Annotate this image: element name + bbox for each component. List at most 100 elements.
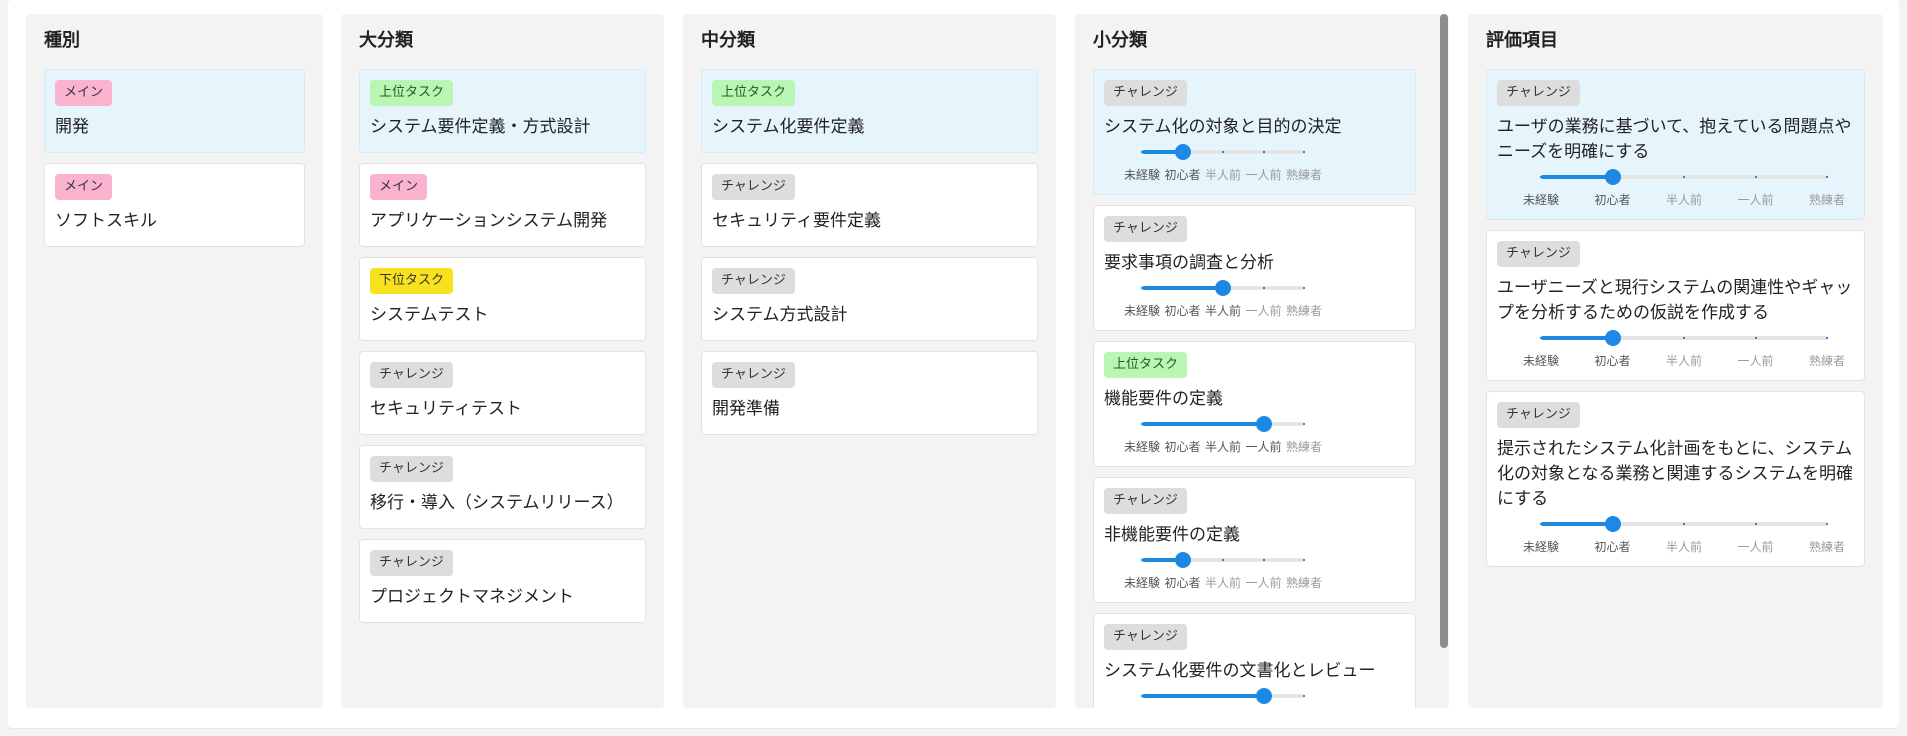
- card-tag: チャレンジ: [712, 362, 795, 388]
- card-tag: チャレンジ: [370, 456, 453, 482]
- card-label: システムテスト: [370, 305, 489, 325]
- card-item[interactable]: メイン ソフトスキル: [44, 163, 305, 247]
- level-label: 一人前: [1245, 168, 1282, 182]
- skill-level-slider[interactable]: [1104, 548, 1405, 574]
- card-tag: チャレンジ: [370, 550, 453, 576]
- column-title: 評価項目: [1486, 30, 1558, 51]
- level-label: 熟練者: [1808, 193, 1846, 207]
- slider-thumb[interactable]: [1255, 688, 1272, 704]
- skill-level-slider[interactable]: [1104, 684, 1405, 708]
- level-label: 初心者: [1594, 540, 1631, 554]
- slider-step-dot: [1262, 151, 1265, 153]
- card-tag: 上位タスク: [370, 80, 454, 106]
- card-item[interactable]: 下位タスクシステムテスト: [359, 257, 646, 341]
- level-label: 熟練者: [1808, 540, 1846, 554]
- level-label: 一人前: [1245, 304, 1282, 318]
- slider-step-dot: [1141, 559, 1143, 561]
- card-list: チャレンジ システム化の対象と目的の決定 未経験 初心者 半人前 一人前 熟練者 チャレンジ要…: [1093, 69, 1416, 708]
- card-item[interactable]: メイン アプリケーションシステム開発: [359, 163, 646, 247]
- level-label: 半人前: [1204, 440, 1242, 454]
- slider-thumb[interactable]: [1255, 416, 1272, 432]
- card-item[interactable]: チャレンジプロジェクトマネジメント: [359, 539, 646, 623]
- slider-thumb[interactable]: [1604, 169, 1621, 185]
- level-label: 未経験: [1123, 168, 1161, 182]
- level-label: 半人前: [1665, 354, 1703, 368]
- slider-step-dot: [1141, 287, 1143, 289]
- card-item[interactable]: チャレンジ セキュリティテスト: [359, 351, 646, 435]
- column-scrollbar[interactable]: [1440, 14, 1448, 648]
- card-tag: チャレンジ: [712, 174, 795, 200]
- card-label: 移行・導入（システムリリース）: [370, 493, 624, 513]
- column-major-category: 大分類 上位タスク システム要件定義・方式設計 メイン アプリケーションシステム開発下…: [341, 14, 664, 708]
- card-item[interactable]: チャレンジ 提示されたシステム化計画をもとに、システム化の対象となる業務と関連する…: [1486, 391, 1865, 567]
- level-label: 初心者: [1164, 576, 1201, 590]
- slider-step-dot: [1222, 559, 1224, 561]
- slider-thumb[interactable]: [1215, 280, 1231, 296]
- slider-level-labels: 未経験 初心者 半人前 一人前 熟練者: [1497, 191, 1854, 219]
- slider-level-labels: 未経験 初心者 半人前 一人前 熟練者: [1104, 438, 1405, 466]
- card-tag: チャレンジ: [1104, 216, 1187, 242]
- slider-fill: [1541, 175, 1613, 179]
- slider-level-labels: 未経験 初心者 半人前 一人前 熟練者: [1104, 574, 1405, 602]
- level-label: 初心者: [1594, 193, 1631, 207]
- card-label: 非機能要件の定義: [1104, 525, 1240, 545]
- level-label: 一人前: [1245, 440, 1282, 454]
- slider-step-dot: [1141, 151, 1143, 153]
- card-item[interactable]: メイン 開発: [44, 69, 305, 153]
- level-label: 初心者: [1164, 440, 1201, 454]
- card-item[interactable]: チャレンジ システム方式設計: [701, 257, 1038, 341]
- slider-step-dot: [1826, 523, 1828, 525]
- level-label: 未経験: [1522, 354, 1560, 368]
- slider-thumb[interactable]: [1604, 330, 1621, 346]
- slider-step-dot: [1540, 523, 1542, 525]
- slider-step-dot: [1181, 287, 1184, 289]
- slider-step-dot: [1683, 523, 1685, 525]
- card-item[interactable]: チャレンジ ユーザニーズと現行システムの関連性やギャップを分析するための仮説を作成…: [1486, 230, 1865, 381]
- card-list: 上位タスク システム要件定義・方式設計 メイン アプリケーションシステム開発 下位タスク…: [359, 69, 646, 633]
- card-item[interactable]: チャレンジ ユーザの業務に基づいて、抱えている問題点やニーズを明確にする 未経験 初心…: [1486, 69, 1865, 220]
- card-tag: チャレンジ: [1104, 624, 1187, 650]
- card-item[interactable]: 上位タスク 機能要件の定義 未経験 初心者 半人前 一人前 熟練者: [1093, 341, 1416, 467]
- skill-level-slider[interactable]: [1104, 412, 1405, 438]
- level-label: 熟練者: [1285, 440, 1323, 454]
- slider-fill: [1541, 336, 1613, 340]
- slider-step-dot: [1826, 337, 1828, 339]
- card-item[interactable]: チャレンジ 開発準備: [701, 351, 1038, 435]
- card-label: ユーザニーズと現行システムの関連性やギャップを分析するための仮説を作成する: [1497, 278, 1853, 323]
- slider-step-dot: [1303, 151, 1305, 153]
- slider-thumb[interactable]: [1604, 516, 1621, 532]
- slider-level-labels: 未経験 初心者 半人前 一人前 熟練者: [1104, 166, 1405, 194]
- level-label: 一人前: [1737, 193, 1774, 207]
- card-item[interactable]: 上位タスク システム化要件定義: [701, 69, 1038, 153]
- slider-level-labels: 未経験 初心者 半人前 一人前 熟練者: [1497, 538, 1854, 566]
- slider-thumb[interactable]: [1174, 144, 1191, 160]
- card-tag: 上位タスク: [712, 80, 796, 106]
- slider-step-dot: [1754, 523, 1757, 525]
- slider-step-dot: [1222, 151, 1224, 153]
- level-label: 一人前: [1245, 576, 1282, 590]
- card-item[interactable]: チャレンジシステム化要件の文書化とレビュー未経験初心者半人前一人前熟練者: [1093, 613, 1416, 708]
- skill-level-slider[interactable]: [1104, 276, 1405, 302]
- slider-step-dot: [1540, 176, 1542, 178]
- level-label: 半人前: [1665, 540, 1703, 554]
- card-tag: チャレンジ: [1104, 488, 1187, 514]
- slider-thumb[interactable]: [1174, 552, 1191, 568]
- skill-level-slider[interactable]: [1104, 140, 1405, 166]
- skill-level-slider[interactable]: [1497, 512, 1854, 538]
- level-label: 未経験: [1123, 304, 1161, 318]
- card-label: システム化要件の文書化とレビュー: [1104, 661, 1376, 681]
- card-tag: 下位タスク: [370, 268, 454, 294]
- slider-step-dot: [1754, 176, 1757, 178]
- skill-level-slider[interactable]: [1497, 326, 1854, 352]
- card-item[interactable]: 上位タスク システム要件定義・方式設計: [359, 69, 646, 153]
- skill-level-slider[interactable]: [1497, 165, 1854, 191]
- card-item[interactable]: チャレンジ移行・導入（システムリリース）: [359, 445, 646, 529]
- card-label: ソフトスキル: [55, 211, 157, 231]
- level-label: 熟練者: [1808, 354, 1846, 368]
- card-item[interactable]: チャレンジ非機能要件の定義未経験 初心者 半人前 一人前 熟練者: [1093, 477, 1416, 603]
- card-item[interactable]: チャレンジ 要求事項の調査と分析 未経験 初心者 半人前 一人前 熟練者: [1093, 205, 1416, 331]
- card-item[interactable]: チャレンジ セキュリティ要件定義: [701, 163, 1038, 247]
- card-item[interactable]: チャレンジ システム化の対象と目的の決定 未経験 初心者 半人前 一人前 熟練者: [1093, 69, 1416, 195]
- card-label: プロジェクトマネジメント: [370, 587, 574, 607]
- slider-fill: [1541, 522, 1613, 526]
